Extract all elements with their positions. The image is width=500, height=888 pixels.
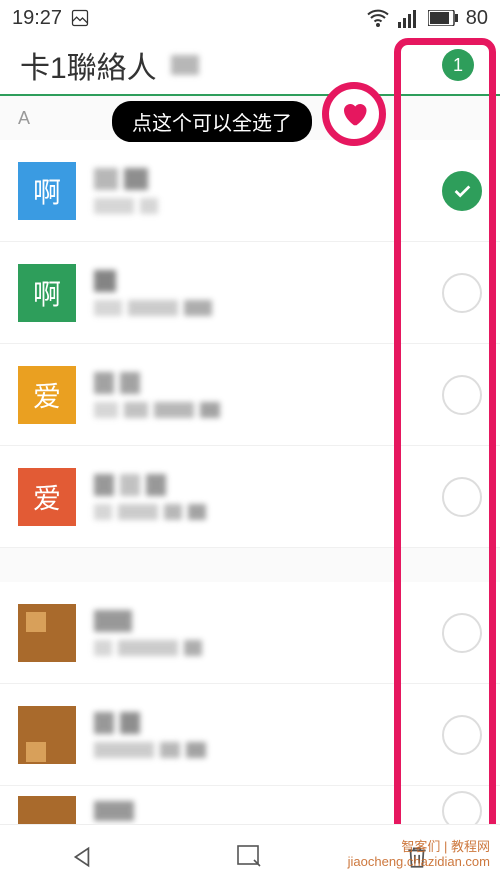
- select-checkbox[interactable]: [442, 273, 482, 313]
- nav-back-button[interactable]: [68, 842, 98, 872]
- status-bar: 19:27 80: [0, 0, 500, 36]
- selection-count-badge[interactable]: 1: [442, 49, 474, 81]
- status-right: 80: [366, 6, 488, 30]
- contact-row[interactable]: 啊: [0, 242, 500, 344]
- contact-row[interactable]: [0, 582, 500, 684]
- select-rect-icon: [236, 844, 264, 870]
- avatar: 爱: [18, 366, 76, 424]
- battery-level: 80: [466, 7, 488, 30]
- select-checkbox[interactable]: [442, 613, 482, 653]
- avatar: 爱: [18, 468, 76, 526]
- avatar: [18, 796, 76, 826]
- contact-info: [94, 610, 442, 656]
- watermark: 智客们 | 教程网 jiaocheng.chazidian.com: [348, 839, 490, 870]
- section-gap: [0, 548, 500, 582]
- heart-callout: [322, 82, 386, 146]
- image-icon: [70, 8, 90, 28]
- section-header: A 点这个可以全选了: [0, 96, 500, 140]
- contact-row[interactable]: 爱: [0, 446, 500, 548]
- avatar-text: 爱: [33, 375, 61, 415]
- contact-info: [94, 712, 442, 758]
- avatar-text: 啊: [33, 171, 61, 211]
- section-letter: A: [18, 108, 30, 129]
- select-checkbox[interactable]: [442, 715, 482, 755]
- select-checkbox[interactable]: [442, 375, 482, 415]
- avatar: 啊: [18, 264, 76, 322]
- app-header: 卡1聯絡人 1: [0, 36, 500, 96]
- contact-info: [94, 801, 442, 821]
- select-checkbox[interactable]: [442, 171, 482, 211]
- header-blur: [171, 55, 199, 75]
- tooltip-text: 点这个可以全选了: [132, 107, 292, 136]
- check-icon: [451, 180, 473, 202]
- tutorial-tooltip: 点这个可以全选了: [112, 101, 312, 142]
- avatar: 啊: [18, 162, 76, 220]
- watermark-line1: 智客们 | 教程网: [348, 839, 490, 855]
- page-title: 卡1聯絡人: [20, 43, 157, 87]
- contact-row[interactable]: 爱: [0, 344, 500, 446]
- nav-select-button[interactable]: [235, 842, 265, 872]
- avatar-text: 啊: [33, 273, 61, 313]
- badge-count: 1: [453, 55, 463, 76]
- avatar: [18, 706, 76, 764]
- avatar-text: 爱: [33, 477, 61, 517]
- signal-icon: [398, 8, 420, 28]
- contact-info: [94, 270, 442, 316]
- triangle-back-icon: [70, 844, 96, 870]
- wifi-icon: [366, 6, 390, 30]
- heart-icon: [339, 99, 369, 129]
- watermark-line2: jiaocheng.chazidian.com: [348, 854, 490, 870]
- contact-info: [94, 474, 442, 520]
- battery-icon: [428, 10, 458, 26]
- select-checkbox[interactable]: [442, 477, 482, 517]
- avatar: [18, 604, 76, 662]
- contact-row[interactable]: 啊: [0, 140, 500, 242]
- contact-row[interactable]: [0, 684, 500, 786]
- contact-info: [94, 168, 442, 214]
- status-time: 19:27: [12, 7, 62, 30]
- contact-info: [94, 372, 442, 418]
